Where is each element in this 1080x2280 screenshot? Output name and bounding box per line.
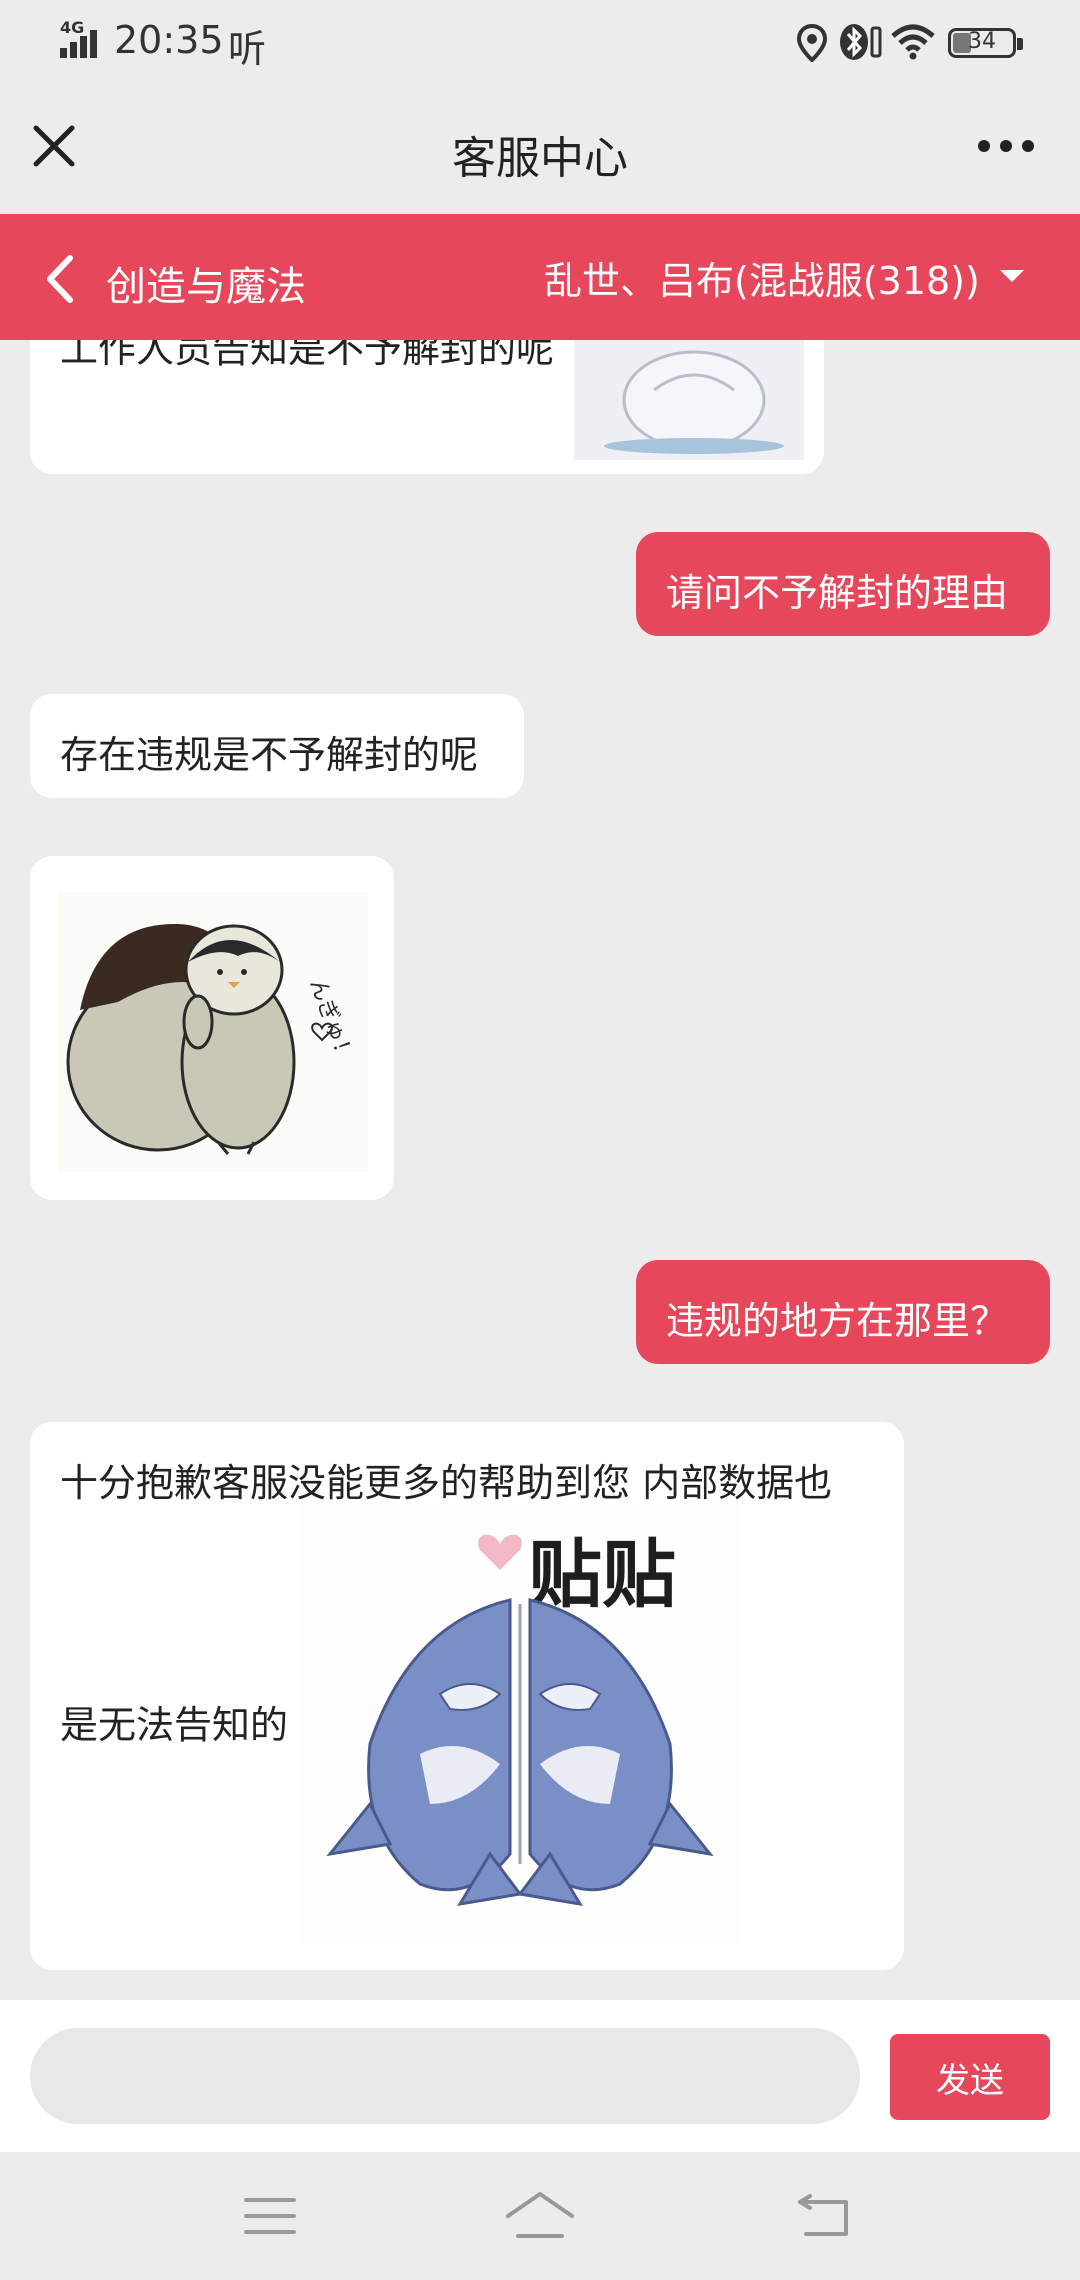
message-bubble-agent: 存在违规是不予解封的呢 (30, 694, 524, 798)
message-text: 请问不予解封的理由 (666, 571, 1009, 615)
message-text-line-2: 是无法告知的 (60, 1703, 289, 1747)
message-input-bar: 发送 (0, 2000, 1080, 2152)
message-text: 违规的地方在那里？ (666, 1299, 1009, 1343)
more-options-icon[interactable] (976, 138, 1036, 154)
location-icon (796, 24, 828, 62)
battery-icon: 34 (948, 28, 1023, 58)
penguin-sticker-image: んぎゅ！ (58, 892, 368, 1172)
home-icon[interactable] (504, 2190, 576, 2240)
status-bar: 4G 20:35 听 34 (0, 0, 1080, 84)
message-bubble-agent: 工作人员告知是不予解封的呢 (30, 340, 824, 474)
back-nav-icon[interactable] (796, 2192, 852, 2240)
page-title: 客服中心 (452, 133, 628, 184)
game-selector-bar: 创造与魔法 乱世、吕布(混战服(318)) (0, 214, 1080, 340)
message-bubble-user: 违规的地方在那里？ (636, 1260, 1050, 1364)
shark-sticker-image: 贴贴 (300, 1504, 740, 1944)
message-text-line-1: 十分抱歉客服没能更多的帮助到您 内部数据也 (60, 1461, 833, 1505)
network-type: 4G (60, 18, 85, 37)
status-time: 20:35 (114, 18, 224, 62)
menu-icon[interactable] (242, 2194, 298, 2238)
back-icon[interactable] (42, 254, 76, 304)
signal-icon: 4G (60, 18, 106, 58)
send-button[interactable]: 发送 (890, 2034, 1050, 2120)
message-bubble-sticker: んぎゅ！ (30, 856, 394, 1200)
message-bubble-user: 请问不予解封的理由 (636, 532, 1050, 636)
message-bubble-agent: 十分抱歉客服没能更多的帮助到您 内部数据也 是无法告知的 贴贴 (30, 1422, 904, 1970)
status-extra: 听 (228, 27, 267, 71)
title-bar: 客服中心 (0, 84, 1080, 214)
wifi-icon (891, 24, 935, 60)
bluetooth-icon (840, 24, 882, 60)
server-selector[interactable]: 乱世、吕布(混战服(318)) (544, 250, 980, 305)
message-text: 工作人员告知是不予解封的呢 (60, 340, 555, 371)
chat-area[interactable]: 工作人员告知是不予解封的呢 请问不予解封的理由 存在违规是不予解封的呢 んぎゅ！… (0, 340, 1080, 2000)
battery-level: 34 (968, 29, 996, 54)
message-text: 存在违规是不予解封的呢 (60, 733, 479, 777)
message-input[interactable] (30, 2028, 860, 2124)
sticker-image (574, 340, 804, 460)
chevron-down-icon[interactable] (1000, 270, 1024, 282)
game-name[interactable]: 创造与魔法 (106, 254, 306, 312)
system-nav-bar (0, 2152, 1080, 2280)
